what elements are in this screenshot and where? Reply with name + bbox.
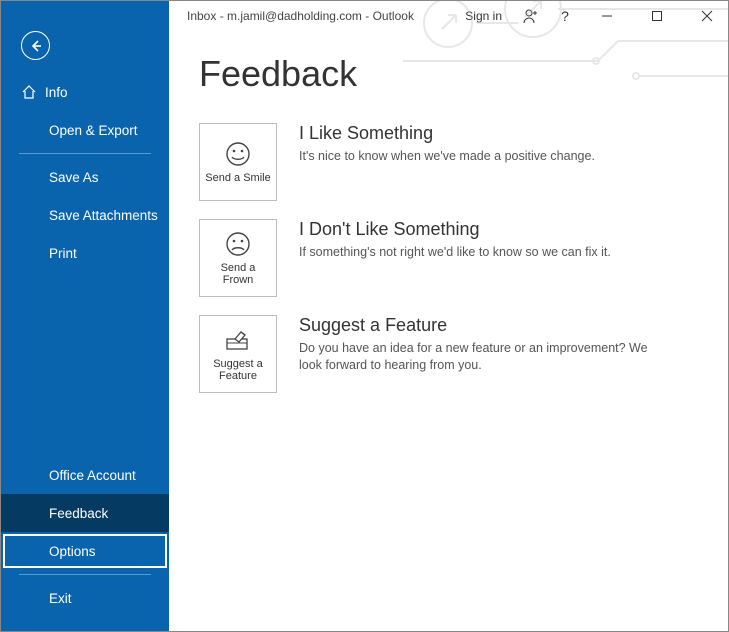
suggest-icon xyxy=(224,328,252,352)
help-button[interactable]: ? xyxy=(552,3,578,29)
sidebar-item-office-account[interactable]: Office Account xyxy=(1,456,169,494)
feedback-row-suggest: Suggest a Feature Suggest a Feature Do y… xyxy=(199,315,728,393)
feedback-text-frown: I Don't Like Something If something's no… xyxy=(299,219,611,261)
send-smile-button[interactable]: Send a Smile xyxy=(199,123,277,201)
suggest-feature-button[interactable]: Suggest a Feature xyxy=(199,315,277,393)
sidebar-item-feedback[interactable]: Feedback xyxy=(1,494,169,532)
close-icon xyxy=(701,10,713,22)
sidebar-item-save-attachments[interactable]: Save Attachments xyxy=(1,196,169,234)
main-area: Inbox - m.jamil@dadholding.com - Outlook… xyxy=(169,1,728,631)
send-frown-label: Send a Frown xyxy=(200,262,276,286)
sidebar-item-info[interactable]: Info xyxy=(1,73,169,111)
sidebar-item-exit[interactable]: Exit xyxy=(1,579,169,617)
suggest-title: Suggest a Feature xyxy=(299,315,669,336)
page-heading: Feedback xyxy=(199,53,728,95)
sidebar-label-open-export: Open & Export xyxy=(49,123,138,138)
sidebar-label-exit: Exit xyxy=(49,591,72,606)
titlebar: Inbox - m.jamil@dadholding.com - Outlook… xyxy=(169,1,728,31)
sidebar-label-print: Print xyxy=(49,246,77,261)
sidebar-label-options: Options xyxy=(49,544,96,559)
send-smile-label: Send a Smile xyxy=(201,172,274,184)
app-frame: Info Open & Export Save As Save Attachme… xyxy=(0,0,729,632)
smile-desc: It's nice to know when we've made a posi… xyxy=(299,148,595,165)
sidebar-item-print[interactable]: Print xyxy=(1,234,169,272)
account-manager-button[interactable] xyxy=(518,3,544,29)
feedback-text-suggest: Suggest a Feature Do you have an idea fo… xyxy=(299,315,669,374)
sign-in-link[interactable]: Sign in xyxy=(465,9,502,23)
sidebar-item-open-export[interactable]: Open & Export xyxy=(1,111,169,149)
send-frown-button[interactable]: Send a Frown xyxy=(199,219,277,297)
feedback-row-frown: Send a Frown I Don't Like Something If s… xyxy=(199,219,728,297)
smile-icon xyxy=(225,141,251,167)
sidebar-label-save-as: Save As xyxy=(49,170,99,185)
person-icon xyxy=(523,8,539,24)
backstage-sidebar: Info Open & Export Save As Save Attachme… xyxy=(1,1,169,631)
sidebar-divider xyxy=(19,153,151,154)
suggest-desc: Do you have an idea for a new feature or… xyxy=(299,340,669,374)
help-icon: ? xyxy=(561,8,569,24)
sidebar-item-save-as[interactable]: Save As xyxy=(1,158,169,196)
maximize-icon xyxy=(651,10,663,22)
sidebar-label-office-account: Office Account xyxy=(49,468,136,483)
suggest-feature-label: Suggest a Feature xyxy=(200,358,276,382)
feedback-text-smile: I Like Something It's nice to know when … xyxy=(299,123,595,165)
minimize-button[interactable] xyxy=(586,2,628,30)
back-button[interactable] xyxy=(21,31,50,60)
window-title: Inbox - m.jamil@dadholding.com - Outlook xyxy=(187,9,414,23)
sidebar-item-options[interactable]: Options xyxy=(1,532,169,570)
home-icon xyxy=(21,84,37,100)
sidebar-divider-2 xyxy=(19,574,151,575)
minimize-icon xyxy=(601,10,613,22)
frown-icon xyxy=(225,231,251,257)
back-arrow-icon xyxy=(29,39,43,53)
sidebar-label-save-attachments: Save Attachments xyxy=(49,208,158,223)
feedback-row-smile: Send a Smile I Like Something It's nice … xyxy=(199,123,728,201)
smile-title: I Like Something xyxy=(299,123,595,144)
maximize-button[interactable] xyxy=(636,2,678,30)
frown-title: I Don't Like Something xyxy=(299,219,611,240)
sidebar-label-info: Info xyxy=(45,85,68,100)
frown-desc: If something's not right we'd like to kn… xyxy=(299,244,611,261)
close-button[interactable] xyxy=(686,2,728,30)
sidebar-label-feedback: Feedback xyxy=(49,506,108,521)
